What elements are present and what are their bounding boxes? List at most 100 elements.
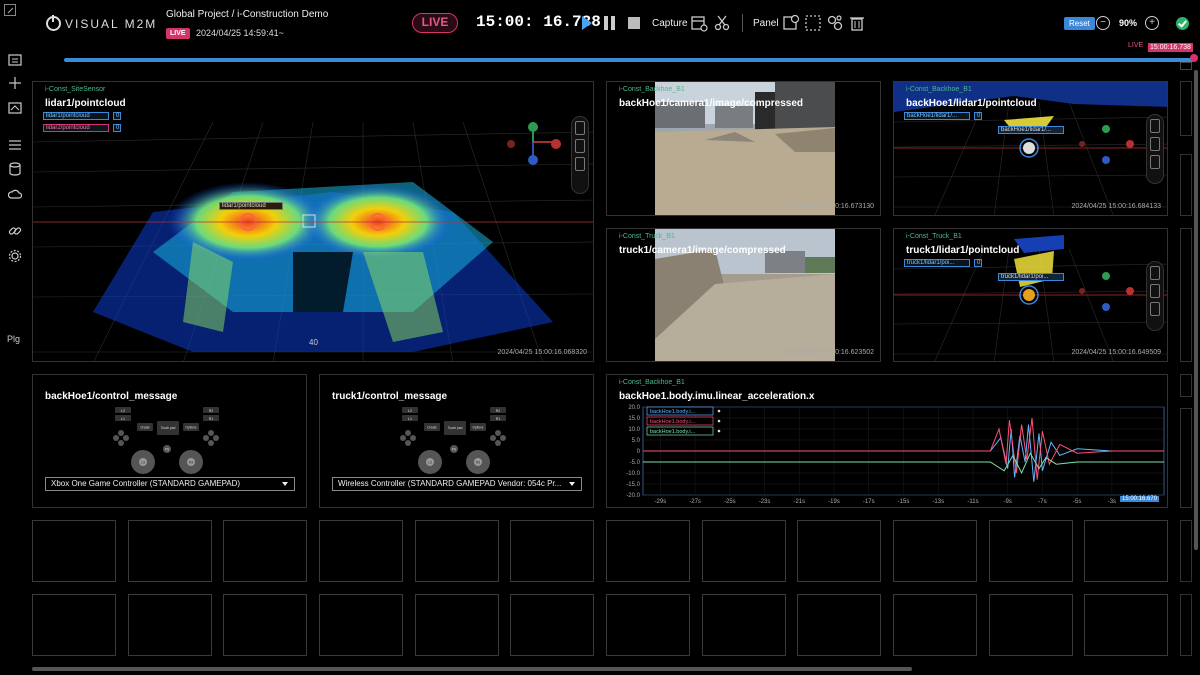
link-icon[interactable] (8, 224, 22, 238)
empty-panel-slot[interactable] (415, 520, 499, 582)
empty-panel-slot[interactable] (32, 520, 116, 582)
offscreen-panel[interactable] (1180, 228, 1192, 362)
site-sensor-lidar-panel[interactable]: i-Const_SiteSensor lidar1/pointcloud lid… (32, 81, 594, 362)
empty-panel-slot[interactable] (128, 594, 212, 656)
empty-panel-slot[interactable] (797, 594, 881, 656)
layer-field[interactable]: backHoe1/lidar1/... (904, 112, 970, 120)
layer-field[interactable]: truck1/lidar1/poi... (904, 259, 970, 267)
empty-panel-slot[interactable] (128, 520, 212, 582)
add-panel-icon[interactable] (826, 14, 844, 32)
empty-panel-slot[interactable] (319, 520, 403, 582)
empty-panel-slot[interactable] (510, 520, 594, 582)
live-button[interactable]: LIVE (412, 13, 458, 33)
backhoe-camera-panel[interactable]: i-Const_Backhoe_B1 backHoe1/camera1/imag… (606, 81, 881, 216)
truck-control-panel[interactable]: truck1/control_message L2 L1 R2 R1 Creat… (319, 374, 594, 508)
trash-icon[interactable] (848, 14, 866, 32)
zoom-in-button[interactable]: + (1145, 16, 1159, 30)
scissors-icon[interactable] (713, 14, 731, 32)
x-tick-label: -27s (689, 499, 701, 505)
pause-button[interactable] (604, 16, 615, 30)
empty-panel-slot[interactable] (606, 520, 690, 582)
empty-panel-slot[interactable] (702, 520, 786, 582)
gamepad-options-label: Options (473, 426, 484, 430)
empty-panel-slot[interactable] (989, 520, 1073, 582)
calendar-capture-icon[interactable] (690, 14, 708, 32)
topology-icon[interactable] (8, 76, 22, 90)
paste-view-icon[interactable] (1150, 155, 1160, 169)
vertical-scrollbar[interactable] (1194, 70, 1198, 550)
truck-lidar-panel[interactable]: i-Const_Truck_B1 truck1/lidar1/pointclou… (893, 228, 1168, 362)
monitor-icon[interactable] (8, 101, 22, 115)
empty-panel-slot[interactable] (1084, 594, 1168, 656)
copy-view-icon[interactable] (1150, 137, 1160, 151)
paste-view-icon[interactable] (575, 157, 585, 171)
empty-panel-slot[interactable] (1084, 520, 1168, 582)
reset-zoom-button[interactable]: Reset (1064, 17, 1095, 30)
empty-panel-slot[interactable] (797, 520, 881, 582)
controller-select[interactable]: Xbox One Game Controller (STANDARD GAMEP… (45, 477, 295, 491)
paste-view-icon[interactable] (1150, 302, 1160, 316)
controller-select[interactable]: Wireless Controller (STANDARD GAMEPAD Ve… (332, 477, 582, 491)
offscreen-panel[interactable] (1180, 594, 1192, 656)
gamepad-r1-label: R1 (209, 417, 214, 421)
layer-field[interactable]: lidar2/pointcloud (43, 124, 109, 132)
truck-camera-panel[interactable]: i-Const_Truck_B1 truck1/camera1/image/co… (606, 228, 881, 362)
empty-panel-slot[interactable] (510, 594, 594, 656)
empty-panel-slot[interactable] (223, 594, 307, 656)
timeline-track[interactable] (64, 58, 1194, 62)
imu-line-chart[interactable]: 20.0 15.0 10.0 5.0 0 -5.0 -10.0 -15.0 -20.0 -29s -… (607, 375, 1168, 508)
reset-view-icon[interactable] (1150, 266, 1160, 280)
offscreen-panel[interactable] (1180, 81, 1192, 136)
offscreen-panel[interactable] (1180, 374, 1192, 397)
view-toolbox[interactable] (1146, 261, 1164, 331)
reset-view-icon[interactable] (575, 121, 585, 135)
reset-view-icon[interactable] (1150, 119, 1160, 133)
zoom-out-button[interactable]: − (1096, 16, 1110, 30)
empty-panel-slot[interactable] (32, 594, 116, 656)
chart-time-badge: 15:00:16.670 (1120, 496, 1160, 502)
view-toolbox[interactable] (571, 116, 589, 194)
layer-count[interactable]: 0 (974, 112, 982, 120)
stop-button[interactable] (628, 17, 640, 29)
layer-field[interactable]: lidar1/pointcloud (43, 112, 109, 120)
play-button[interactable] (582, 16, 592, 30)
settings-gear-icon[interactable] (8, 249, 22, 263)
horizontal-scrollbar[interactable] (32, 667, 912, 671)
layer-count[interactable]: 0 (113, 112, 121, 120)
backhoe-lidar-panel[interactable]: i-Const_Backhoe_B1 backHoe1/lidar1/point… (893, 81, 1168, 216)
panel-timestamp: 2024/04/25 15:00:16.649509 (1071, 349, 1161, 356)
fullscreen-icon[interactable] (4, 4, 16, 16)
copy-view-icon[interactable] (575, 139, 585, 153)
empty-panel-slot[interactable] (989, 594, 1073, 656)
database-icon[interactable] (8, 162, 22, 176)
offscreen-panel[interactable] (1180, 520, 1192, 582)
timeline-collapse-icon[interactable] (1180, 62, 1192, 70)
empty-panel-slot[interactable] (606, 594, 690, 656)
backhoe-control-panel[interactable]: backHoe1/control_message L2 L1 R2 R1 Cre… (32, 374, 307, 508)
empty-panel-slot[interactable] (702, 594, 786, 656)
copy-view-icon[interactable] (1150, 284, 1160, 298)
empty-panel-slot[interactable] (319, 594, 403, 656)
layer-count[interactable]: 0 (113, 124, 121, 132)
panel-check-icon[interactable] (782, 14, 800, 32)
timeline-time-badge: 15:00:16.738 (1148, 43, 1193, 52)
dashboard-icon[interactable] (8, 53, 22, 67)
y-tick-label: 20.0 (628, 405, 640, 411)
timeline-playhead[interactable] (1190, 54, 1198, 62)
empty-panel-slot[interactable] (893, 594, 977, 656)
list-icon[interactable] (8, 138, 22, 152)
plugin-menu-label[interactable]: Plg (7, 334, 20, 344)
legend-toggle-dot (717, 429, 721, 433)
select-area-icon[interactable] (804, 14, 822, 32)
empty-panel-slot[interactable] (893, 520, 977, 582)
view-toolbox[interactable] (1146, 114, 1164, 184)
empty-panel-slot[interactable] (223, 520, 307, 582)
empty-panel-slot[interactable] (415, 594, 499, 656)
layer-count[interactable]: 0 (974, 259, 982, 267)
offscreen-panel[interactable] (1180, 408, 1192, 508)
cloud-upload-icon[interactable] (8, 188, 22, 202)
offscreen-panel[interactable] (1180, 154, 1192, 216)
imu-chart-panel[interactable]: i-Const_Backhoe_B1 backHoe1.body.imu.lin… (606, 374, 1168, 508)
controller-select-value: Xbox One Game Controller (STANDARD GAMEP… (51, 479, 241, 488)
x-tick-label: -21s (793, 499, 805, 505)
